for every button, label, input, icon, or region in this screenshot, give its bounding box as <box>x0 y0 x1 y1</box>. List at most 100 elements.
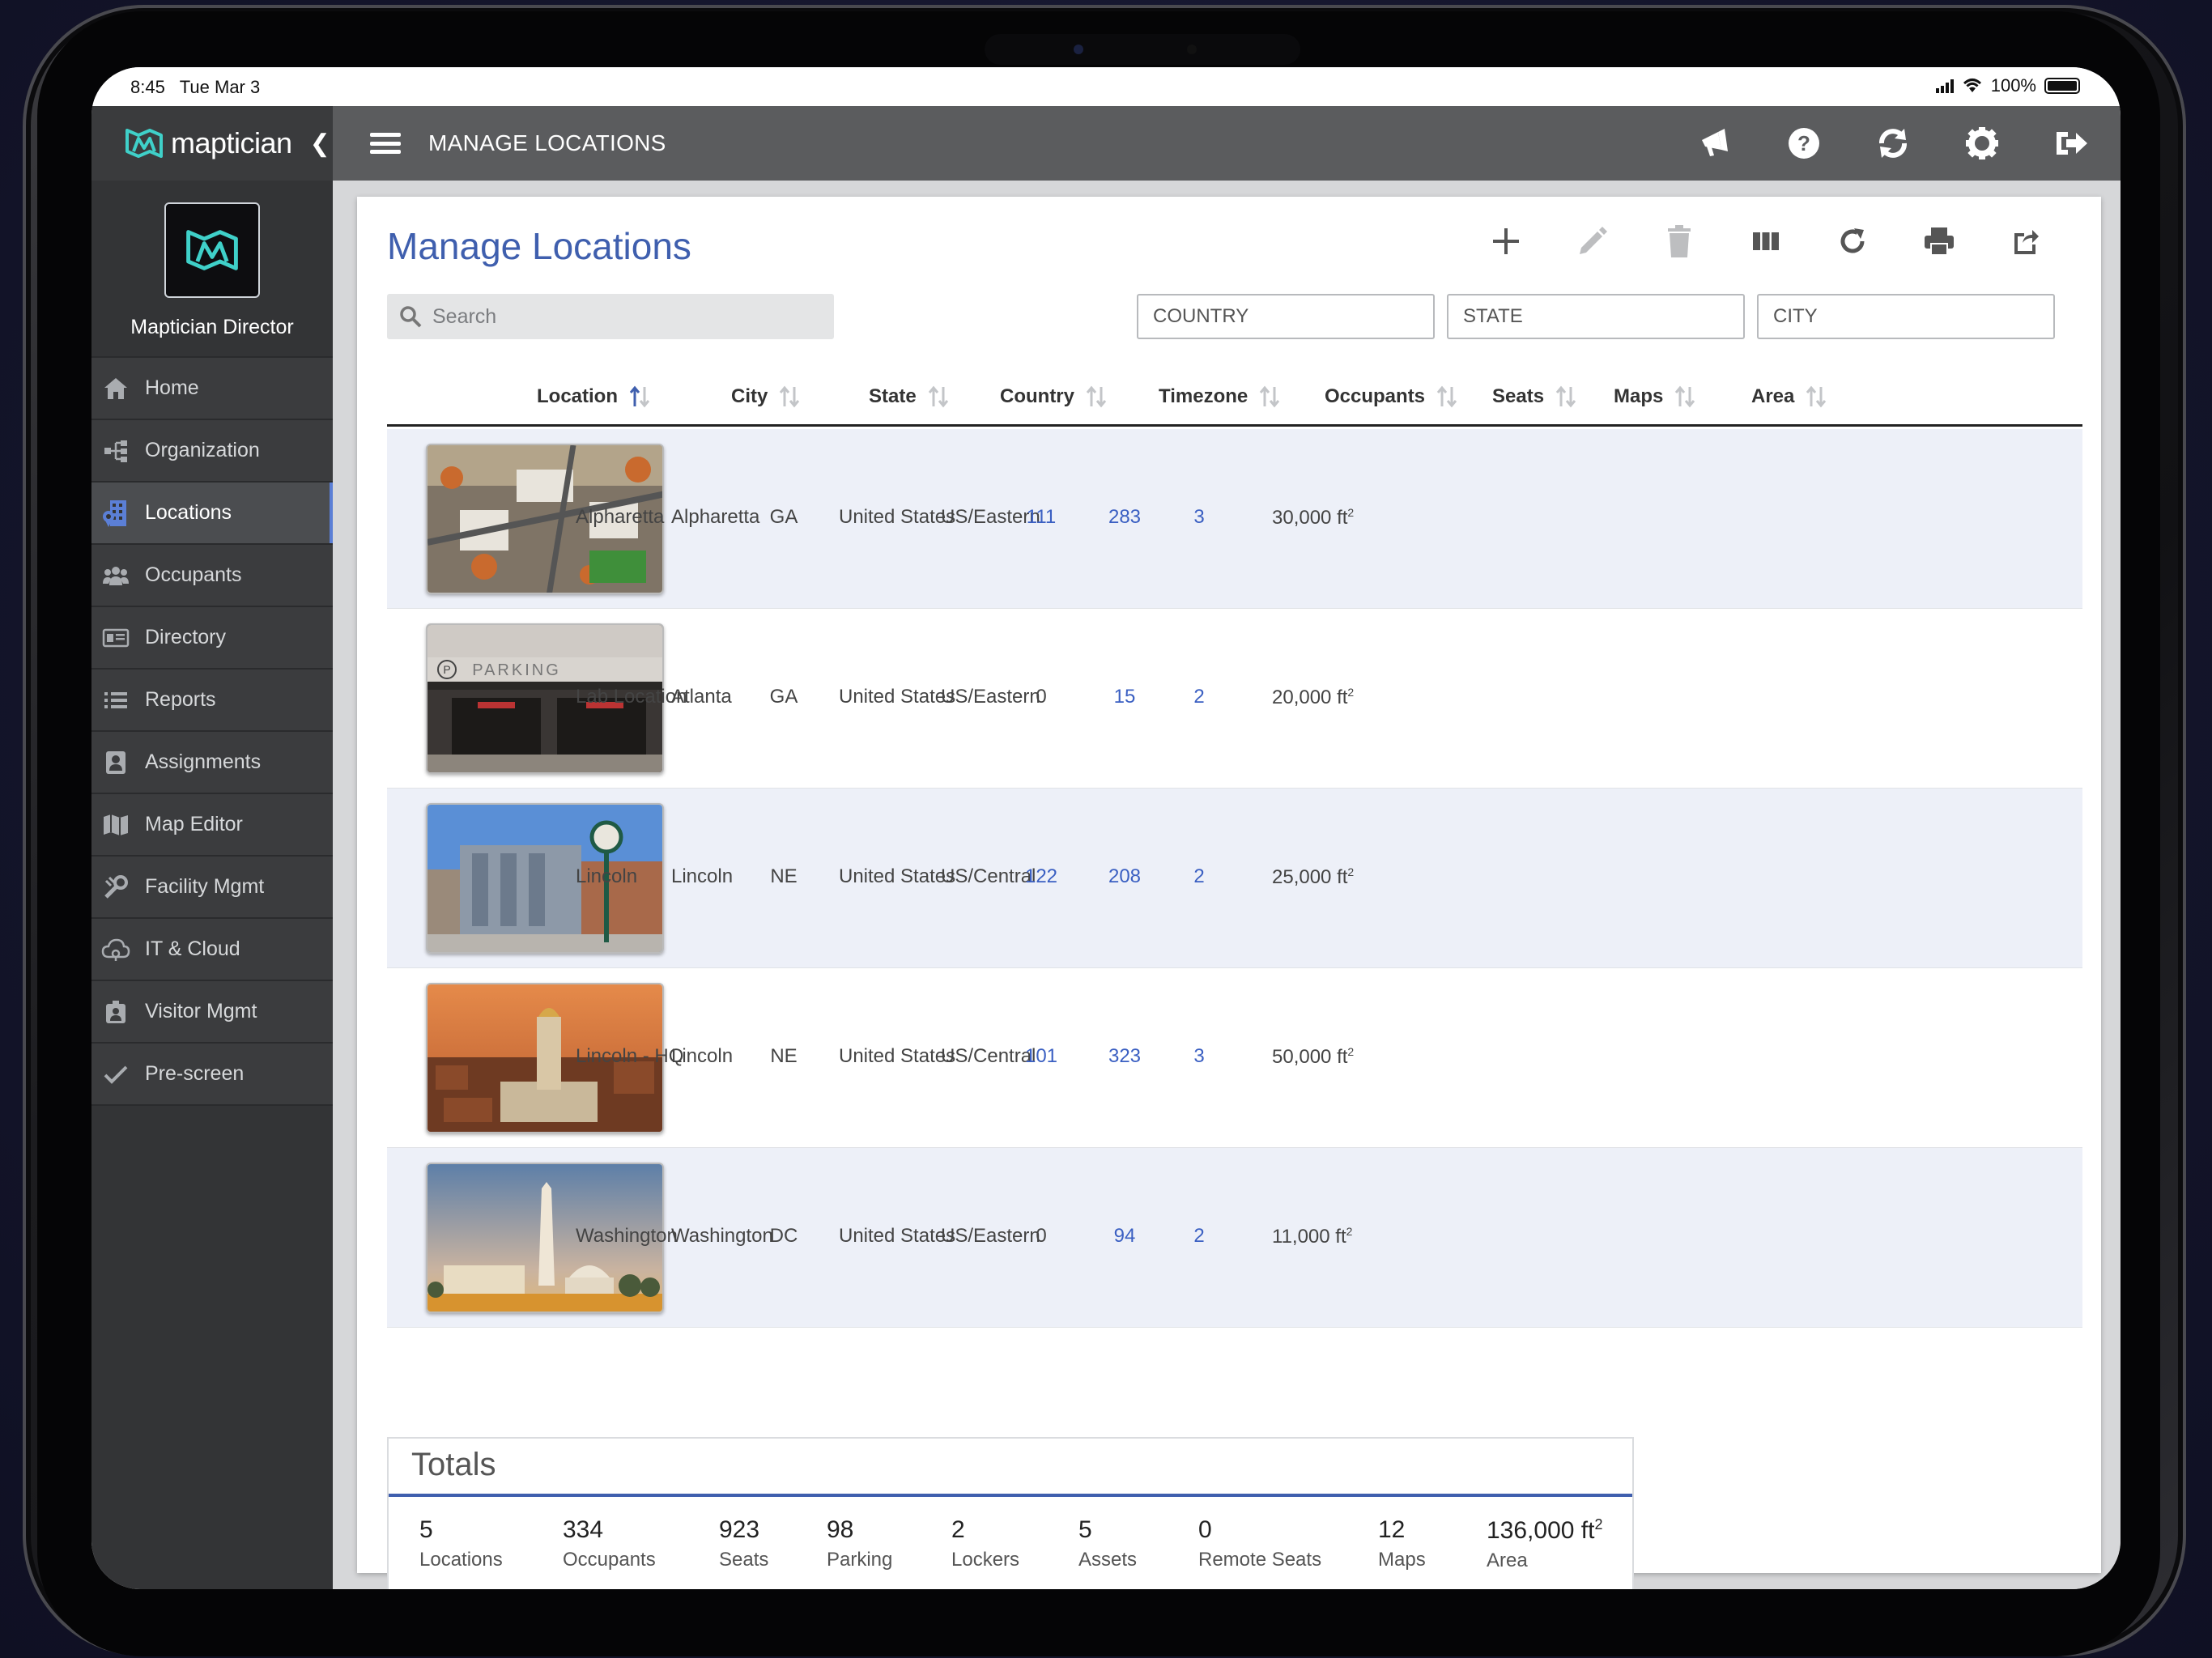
column-header-occupants[interactable]: Occupants <box>1325 385 1459 409</box>
column-header-state[interactable]: State <box>869 385 951 409</box>
cell-location: Alpharetta <box>576 506 665 528</box>
table-row[interactable]: Alpharetta Alpharetta GA United States US/Ea… <box>387 429 2082 609</box>
cell-country: United States <box>839 686 956 708</box>
edit-pencil-icon[interactable] <box>1549 213 1636 270</box>
cloud-icon <box>100 933 132 966</box>
sidebar-item-reports[interactable]: Reports <box>91 670 333 732</box>
cell-seats[interactable]: 323 <box>1108 1045 1141 1068</box>
sidebar: maptician ❮ Maptician Director Home Organ… <box>91 106 333 1589</box>
sort-icon[interactable] <box>1804 385 1828 409</box>
sort-icon[interactable] <box>1084 385 1108 409</box>
cell-occupants[interactable]: 101 <box>1025 1045 1057 1068</box>
table-header: Location City State Country Timezone Occ… <box>387 370 2082 427</box>
column-header-location[interactable]: Location <box>537 385 652 409</box>
sidebar-item-label: Reports <box>145 688 216 711</box>
status-date: Tue Mar 3 <box>179 77 261 97</box>
home-icon <box>100 372 132 405</box>
sort-icon[interactable] <box>1435 385 1459 409</box>
announcement-icon[interactable] <box>1670 106 1759 181</box>
sort-icon[interactable] <box>1257 385 1282 409</box>
cell-timezone: US/Eastern <box>941 686 1040 708</box>
cell-occupants[interactable]: 111 <box>1027 506 1056 529</box>
cell-country: United States <box>839 1225 956 1247</box>
screen: 8:45 Tue Mar 3 100% maptician ❮ Mapticia… <box>91 67 2121 1589</box>
locations-card: Manage Locations Search COUNTRY STATE CI… <box>357 197 2101 1589</box>
cell-occupants[interactable]: 122 <box>1025 865 1057 888</box>
table-row[interactable]: Lincoln Lincoln NE United States US/Central 1… <box>387 789 2082 968</box>
total-lockers: 2 Lockers <box>951 1516 1020 1571</box>
cell-maps[interactable]: 2 <box>1193 865 1204 888</box>
print-icon[interactable] <box>1895 213 1982 270</box>
sidebar-item-visitor-mgmt[interactable]: Visitor Mgmt <box>91 981 333 1044</box>
columns-icon[interactable] <box>1722 213 1809 270</box>
cell-maps[interactable]: 3 <box>1193 506 1204 529</box>
cell-maps[interactable]: 3 <box>1193 1045 1204 1068</box>
sort-ascending-icon[interactable] <box>627 385 652 409</box>
country-filter[interactable]: COUNTRY <box>1137 294 1435 339</box>
column-header-city[interactable]: City <box>731 385 802 409</box>
export-icon[interactable] <box>1982 213 2069 270</box>
delete-trash-icon[interactable] <box>1636 213 1722 270</box>
sidebar-item-map-editor[interactable]: Map Editor <box>91 794 333 857</box>
sort-icon[interactable] <box>777 385 802 409</box>
sidebar-item-organization[interactable]: Organization <box>91 420 333 483</box>
sort-icon[interactable] <box>1673 385 1697 409</box>
sidebar-item-locations[interactable]: Locations <box>91 483 333 545</box>
hamburger-menu-icon[interactable] <box>370 128 401 159</box>
add-icon[interactable] <box>1462 213 1549 270</box>
search-input[interactable]: Search <box>387 294 834 339</box>
table-row[interactable]: Lincoln - HQ Lincoln NE United States US/Cen… <box>387 968 2082 1148</box>
collapse-sidebar-icon[interactable]: ❮ <box>310 130 330 158</box>
help-icon[interactable]: ? <box>1759 106 1848 181</box>
cell-seats[interactable]: 94 <box>1114 1225 1136 1248</box>
cell-country: United States <box>839 865 956 887</box>
cell-occupants: 0 <box>1036 1225 1047 1247</box>
battery-icon <box>2044 78 2080 94</box>
city-filter[interactable]: CITY <box>1757 294 2055 339</box>
sidebar-item-it-cloud[interactable]: IT & Cloud <box>91 919 333 981</box>
sort-icon[interactable] <box>926 385 951 409</box>
cell-location: Lab Location <box>576 686 687 708</box>
sidebar-item-home[interactable]: Home <box>91 358 333 420</box>
status-bar: 8:45 Tue Mar 3 100% <box>91 67 2121 106</box>
sort-icon[interactable] <box>1554 385 1578 409</box>
cell-seats[interactable]: 208 <box>1108 865 1141 888</box>
total-occupants: 334 Occupants <box>563 1516 656 1571</box>
badge-icon <box>100 746 132 779</box>
logout-icon[interactable] <box>2027 106 2116 181</box>
sidebar-item-label: IT & Cloud <box>145 937 240 960</box>
svg-text:?: ? <box>1797 131 1810 155</box>
sidebar-item-label: Pre-screen <box>145 1062 245 1085</box>
cell-state: DC <box>769 1225 798 1247</box>
maptician-org-icon <box>186 230 238 270</box>
cell-country: United States <box>839 1045 956 1067</box>
table-row[interactable]: Washington Washington DC United States US/Ea… <box>387 1148 2082 1328</box>
column-header-seats[interactable]: Seats <box>1492 385 1578 409</box>
total-remote-seats: 0 Remote Seats <box>1198 1516 1322 1571</box>
column-header-maps[interactable]: Maps <box>1614 385 1697 409</box>
cell-country: United States <box>839 506 956 528</box>
list-icon <box>100 684 132 716</box>
cell-maps[interactable]: 2 <box>1193 1225 1204 1248</box>
state-filter[interactable]: STATE <box>1447 294 1745 339</box>
column-header-country[interactable]: Country <box>1000 385 1108 409</box>
cell-maps[interactable]: 2 <box>1193 686 1204 708</box>
sidebar-item-label: Visitor Mgmt <box>145 1000 257 1022</box>
sidebar-item-label: Assignments <box>145 750 262 773</box>
sync-icon[interactable] <box>1848 106 1938 181</box>
column-header-area[interactable]: Area <box>1751 385 1828 409</box>
cell-seats[interactable]: 283 <box>1108 506 1141 529</box>
table-row[interactable]: P PARKING Lab Location Atlanta GA United St… <box>387 609 2082 789</box>
refresh-icon[interactable] <box>1809 213 1895 270</box>
total-assets: 5 Assets <box>1078 1516 1138 1571</box>
sidebar-item-directory[interactable]: Directory <box>91 607 333 670</box>
sidebar-item-facility-mgmt[interactable]: Facility Mgmt <box>91 857 333 919</box>
sidebar-item-pre-screen[interactable]: Pre-screen <box>91 1044 333 1106</box>
cell-seats[interactable]: 15 <box>1114 686 1136 708</box>
camera-bar <box>985 34 1300 65</box>
sidebar-item-occupants[interactable]: Occupants <box>91 545 333 607</box>
column-header-timezone[interactable]: Timezone <box>1159 385 1282 409</box>
sidebar-item-assignments[interactable]: Assignments <box>91 732 333 794</box>
sidebar-item-label: Home <box>145 376 199 399</box>
settings-gear-icon[interactable] <box>1938 106 2027 181</box>
